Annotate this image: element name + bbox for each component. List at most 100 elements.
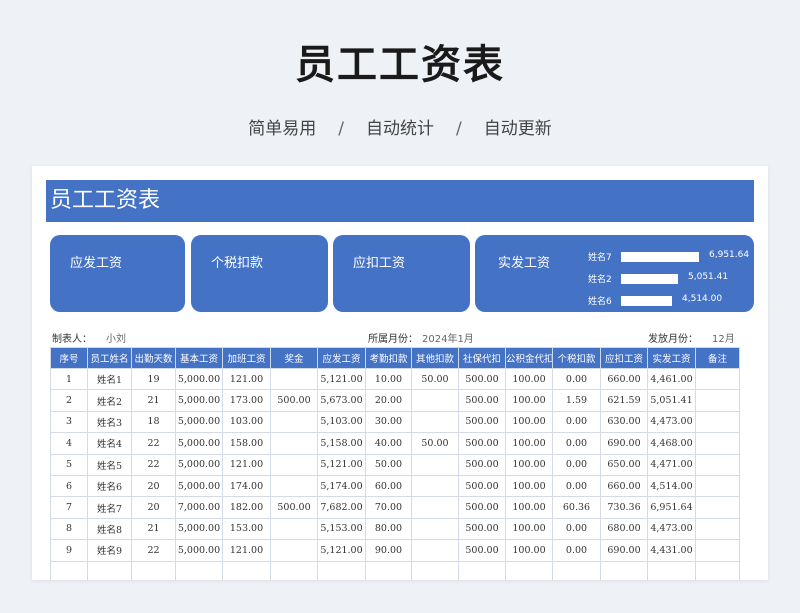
table-cell: 100.00	[505, 496, 553, 519]
card-label: 应发工资	[70, 256, 123, 271]
table-cell	[270, 474, 318, 498]
maker-value: 小刘	[106, 334, 126, 345]
column-header: 员工姓名	[87, 347, 132, 369]
table-cell: 100.00	[505, 367, 553, 391]
table-cell	[695, 496, 740, 519]
table-cell	[87, 560, 132, 580]
table-cell	[600, 560, 648, 580]
table-cell	[270, 539, 318, 562]
table-cell	[552, 560, 601, 580]
salary-bar	[621, 296, 672, 306]
table-cell	[695, 539, 740, 562]
table-cell: 5,121.00	[317, 453, 366, 476]
spreadsheet-preview: 员工工资表 应发工资 个税扣款 应扣工资 实发工资 姓名7 6,951.64 姓名2…	[32, 166, 768, 580]
table-cell: 650.00	[600, 453, 648, 476]
bar-name: 姓名2	[588, 275, 612, 285]
top-salary-bars: 姓名7 6,951.64 姓名2 5,051.41 姓名6 4,514.00	[588, 247, 749, 313]
table-cell: 4,473.00	[647, 410, 696, 434]
table-cell	[695, 517, 740, 541]
column-header: 考勤扣款	[365, 347, 412, 369]
table-cell: 5,000.00	[175, 517, 223, 541]
table-cell: 5,051.41	[647, 389, 696, 412]
table-cell: 50.00	[411, 367, 459, 391]
table-cell: 500.00	[270, 389, 318, 412]
table-cell: 19	[131, 367, 176, 391]
table-cell: 22	[131, 453, 176, 476]
table-cell	[695, 410, 740, 434]
card-tax: 个税扣款	[191, 235, 328, 312]
table-cell	[270, 453, 318, 476]
table-cell	[365, 560, 412, 580]
table-cell: 4	[50, 432, 88, 455]
tag-easy: 简单易用	[248, 119, 317, 139]
table-row: 8 姓名8 21 5,000.00 153.00 5,153.00 80.00 500.00 1…	[50, 517, 740, 541]
column-header: 出勤天数	[131, 347, 176, 369]
table-cell: 21	[131, 517, 176, 541]
column-header: 社保代扣	[458, 347, 506, 369]
table-cell	[317, 560, 366, 580]
card-label: 实发工资	[498, 256, 551, 271]
salary-bar-row: 姓名2 5,051.41	[588, 269, 738, 291]
table-cell: 40.00	[365, 432, 412, 455]
table-cell: 500.00	[458, 432, 506, 455]
table-cell: 158.00	[222, 432, 271, 455]
table-cell: 80.00	[365, 517, 412, 541]
column-header: 备注	[695, 347, 740, 369]
table-cell	[270, 367, 318, 391]
table-cell: 500.00	[458, 517, 506, 541]
table-cell: 90.00	[365, 539, 412, 562]
table-cell: 60.36	[552, 496, 601, 519]
table-cell: 8	[50, 517, 88, 541]
table-row	[50, 560, 740, 580]
column-header: 实发工资	[647, 347, 696, 369]
table-cell: 70.00	[365, 496, 412, 519]
table-cell: 500.00	[270, 496, 318, 519]
table-cell: 5,158.00	[317, 432, 366, 455]
table-cell: 9	[50, 539, 88, 562]
table-cell: 6	[50, 474, 88, 498]
table-cell: 500.00	[458, 539, 506, 562]
table-cell: 730.36	[600, 496, 648, 519]
bar-value: 5,051.41	[688, 272, 729, 282]
table-cell: 100.00	[505, 453, 553, 476]
table-cell: 100.00	[505, 539, 553, 562]
table-cell: 7	[50, 496, 88, 519]
table-cell: 5,121.00	[317, 539, 366, 562]
table-cell	[411, 474, 459, 498]
page-title: 员工工资表	[295, 42, 505, 88]
table-cell: 103.00	[222, 410, 271, 434]
table-cell: 121.00	[222, 539, 271, 562]
table-cell	[270, 560, 318, 580]
table-cell: 690.00	[600, 432, 648, 455]
table-cell: 5,673.00	[317, 389, 366, 412]
table-cell	[695, 474, 740, 498]
table-cell	[270, 410, 318, 434]
bar-name: 姓名6	[588, 297, 612, 307]
table-cell	[695, 453, 740, 476]
table-cell: 100.00	[505, 410, 553, 434]
card-net-pay: 实发工资 姓名7 6,951.64 姓名2 5,051.41 姓名6 4,514.00	[475, 235, 754, 312]
table-cell: 50.00	[411, 432, 459, 455]
table-cell	[411, 453, 459, 476]
tag-auto-update: 自动更新	[483, 119, 552, 139]
table-cell: 630.00	[600, 410, 648, 434]
table-cell: 5,174.00	[317, 474, 366, 498]
table-cell: 2	[50, 389, 88, 412]
table-cell: 5,153.00	[317, 517, 366, 541]
salary-bar-row: 姓名7 6,951.64	[588, 247, 749, 269]
meta-month: 所属月份： 2024年1月	[368, 330, 474, 345]
table-cell: 5,000.00	[175, 453, 223, 476]
table-cell: 0.00	[552, 367, 601, 391]
table-cell: 5	[50, 453, 88, 476]
column-header: 序号	[50, 347, 88, 369]
salary-table: 序号 员工姓名 出勤天数 基本工资 加班工资 奖金 应发工资 考勤扣款 其他扣款 社保代扣 公积金代…	[50, 347, 740, 580]
table-cell: 4,431.00	[647, 539, 696, 562]
table-cell: 4,514.00	[647, 474, 696, 498]
table-row: 3 姓名3 18 5,000.00 103.00 5,103.00 30.00 500.00 1…	[50, 410, 740, 434]
card-deductions: 应扣工资	[333, 235, 470, 312]
card-label: 应扣工资	[353, 256, 406, 271]
table-cell: 174.00	[222, 474, 271, 498]
column-header: 奖金	[270, 347, 318, 369]
table-cell: 22	[131, 539, 176, 562]
table-cell: 680.00	[600, 517, 648, 541]
